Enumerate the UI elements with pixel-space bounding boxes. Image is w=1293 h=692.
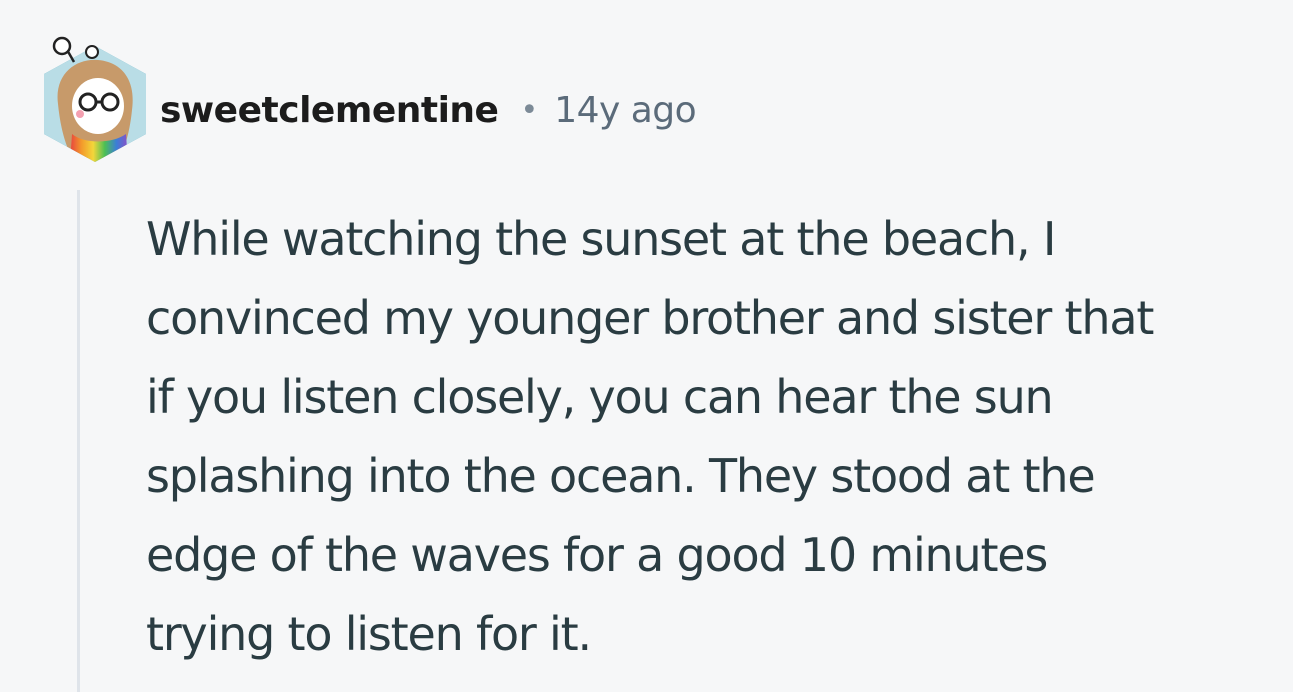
comment-body-line: trying to listen for it. xyxy=(146,607,592,661)
comment-body-line: splashing into the ocean. They stood at … xyxy=(146,449,1096,503)
comment-body-line: if you listen closely, you can hear the … xyxy=(146,370,1054,424)
comment-body-line: While watching the sunset at the beach, … xyxy=(146,212,1056,266)
comment-body-line: edge of the waves for a good 10 minutes xyxy=(146,528,1048,582)
comment-body: While watching the sunset at the beach, … xyxy=(146,200,1286,674)
user-avatar-icon[interactable] xyxy=(36,34,154,168)
thread-line[interactable] xyxy=(77,190,80,692)
comment-body-line: convinced my younger brother and sister … xyxy=(146,291,1154,345)
comment-timestamp[interactable]: 14y ago xyxy=(554,90,697,131)
meta-separator: • xyxy=(520,92,539,128)
author-username[interactable]: sweetclementine xyxy=(160,90,499,131)
comment-meta: sweetclementine • 14y ago xyxy=(160,80,697,140)
comment-card: sweetclementine • 14y ago While watching… xyxy=(0,0,1293,692)
